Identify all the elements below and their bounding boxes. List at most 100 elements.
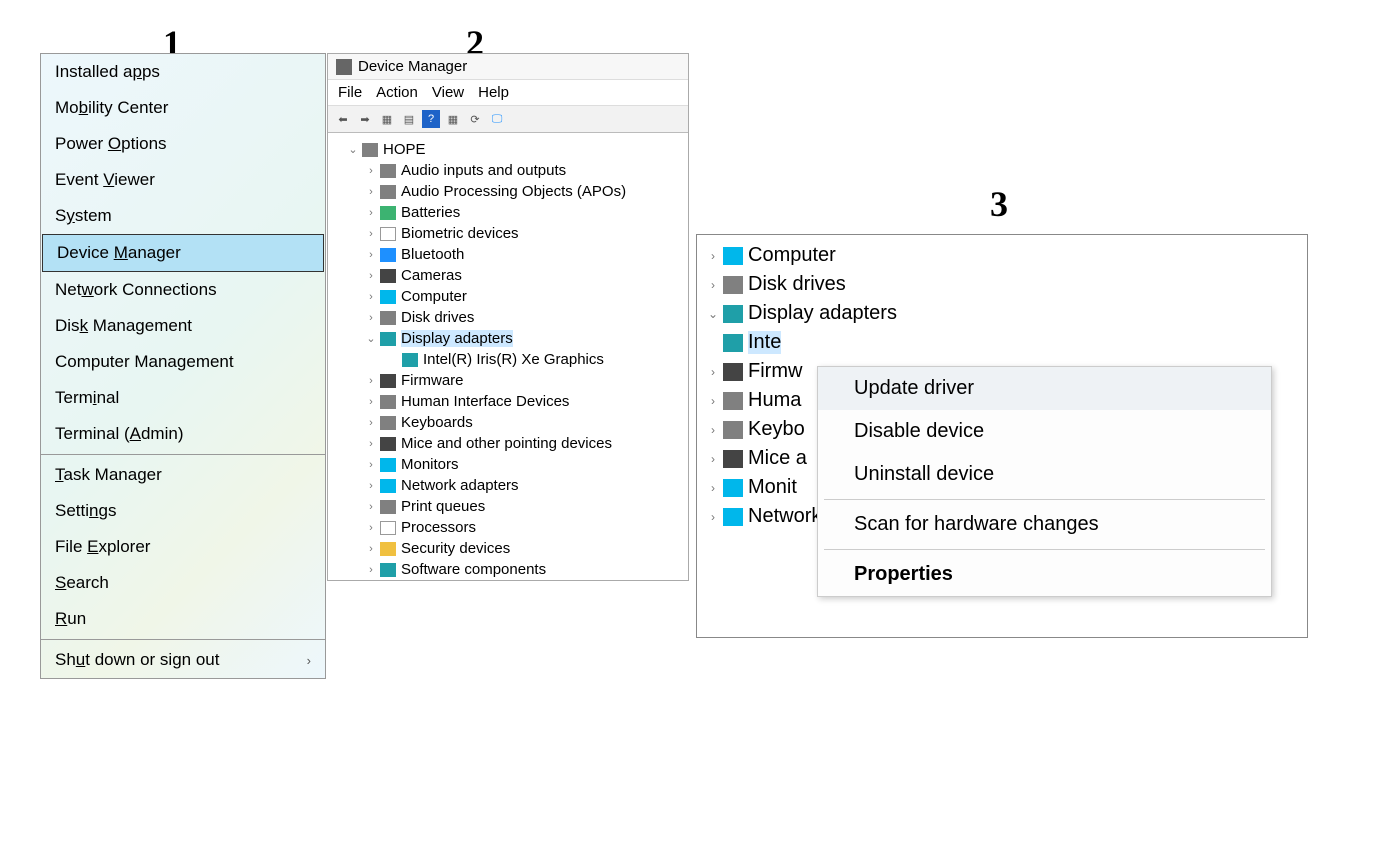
tree-row[interactable]: ›Audio inputs and outputs [332,160,684,181]
menu-item[interactable]: Terminal (Admin) [41,416,325,452]
expand-icon[interactable]: › [364,438,378,450]
context-menu-item[interactable]: Update driver [818,367,1271,410]
menu-item[interactable]: Disk Management [41,308,325,344]
menu-item[interactable]: Settings [41,493,325,529]
menu-item[interactable]: Search [41,565,325,601]
menu-item[interactable]: System [41,198,325,234]
expand-icon[interactable]: › [705,249,721,263]
device-category-icon [380,311,396,325]
expand-icon[interactable]: › [364,228,378,240]
menu-item-label: Terminal [55,388,119,408]
context-menu-item[interactable]: Uninstall device [818,453,1271,496]
menu-item-label: Computer Management [55,352,234,372]
menu-item-label: Shut down or sign out [55,650,219,670]
menu-item[interactable]: Terminal [41,380,325,416]
tree-row[interactable]: ›Keyboards [332,412,684,433]
expand-icon[interactable]: › [364,522,378,534]
device-category-icon [380,563,396,577]
expand-icon[interactable]: › [364,207,378,219]
tree-row[interactable]: ›Network adapters [332,475,684,496]
tree-row[interactable]: ›Mice and other pointing devices [332,433,684,454]
menu-item[interactable]: Network Connections [41,272,325,308]
expand-icon[interactable]: › [364,396,378,408]
expand-icon[interactable]: › [364,270,378,282]
menu-item[interactable]: Installed apps [41,54,325,90]
expand-icon[interactable]: › [364,165,378,177]
menu-item[interactable]: Event Viewer [41,162,325,198]
menu-item[interactable]: Mobility Center [41,90,325,126]
refresh-button[interactable]: ▤ [400,110,418,128]
tree-row[interactable]: ›Monitors [332,454,684,475]
menubar-item[interactable]: File [338,84,362,101]
menubar-item[interactable]: View [432,84,464,101]
expand-icon[interactable]: › [705,365,721,379]
tree-row[interactable]: Inte [705,328,1299,357]
tree-row[interactable]: › Firmware [332,370,684,391]
menubar-item[interactable]: Help [478,84,509,101]
expand-icon[interactable]: › [705,452,721,466]
tree-row[interactable]: ⌄Display adapters [332,328,684,349]
expand-icon[interactable]: › [705,423,721,437]
tree-row[interactable]: ›Computer [332,286,684,307]
collapse-icon[interactable]: ⌄ [346,143,360,156]
tree-node-label: Intel(R) Iris(R) Xe Graphics [423,351,604,368]
menu-item[interactable]: Shut down or sign out› [41,642,325,678]
back-button[interactable]: ⬅ [334,110,352,128]
collapse-icon[interactable]: ⌄ [364,332,378,345]
tree-row[interactable]: ›Biometric devices [332,223,684,244]
context-menu-item[interactable]: Scan for hardware changes [818,503,1271,546]
expand-icon[interactable]: › [364,543,378,555]
menu-item-label: Settings [55,501,116,521]
tree-row[interactable]: ›Security devices [332,538,684,559]
expand-icon[interactable]: › [364,564,378,576]
tree-row[interactable]: Intel(R) Iris(R) Xe Graphics [332,349,684,370]
menu-separator [41,639,325,640]
monitor-button[interactable]: 🖵 [488,110,506,128]
expand-icon[interactable]: › [705,481,721,495]
expand-icon[interactable]: › [364,480,378,492]
expand-icon[interactable]: › [705,510,721,524]
expand-icon[interactable]: › [364,375,378,387]
tree-row[interactable]: ›Print queues [332,496,684,517]
tree-row[interactable]: ⌄Display adapters [705,299,1299,328]
menubar-item[interactable]: Action [376,84,418,101]
expand-icon[interactable]: › [364,312,378,324]
tree-row[interactable]: ›Cameras [332,265,684,286]
expand-icon[interactable]: › [364,291,378,303]
tree-row[interactable]: ›Audio Processing Objects (APOs) [332,181,684,202]
toolbar: ⬅ ➡ ▦ ▤ ? ▦ ⟳ 🖵 [328,106,688,133]
tree-row[interactable]: ›Software components [332,559,684,580]
expand-icon[interactable]: › [364,417,378,429]
tree-row[interactable]: › Disk drives [705,270,1299,299]
tree-row[interactable]: ›Processors [332,517,684,538]
tree-row[interactable]: ›Computer [705,241,1299,270]
tree-row[interactable]: ›Bluetooth [332,244,684,265]
menu-item[interactable]: Run [41,601,325,637]
menu-item[interactable]: Computer Management [41,344,325,380]
expand-icon[interactable]: › [364,459,378,471]
device-category-icon [380,206,396,220]
tree-row[interactable]: ›Disk drives [332,307,684,328]
expand-icon[interactable]: › [364,186,378,198]
tree-root-label[interactable]: HOPE [383,141,426,158]
help-button[interactable]: ? [422,110,440,128]
context-menu-item[interactable]: Properties [818,553,1271,596]
context-menu-item[interactable]: Disable device [818,410,1271,453]
properties-button[interactable]: ▦ [444,110,462,128]
scan-button[interactable]: ⟳ [466,110,484,128]
expand-icon[interactable]: › [364,249,378,261]
tree-row[interactable]: ›Human Interface Devices [332,391,684,412]
tree-node-label: Firmware [401,372,464,389]
expand-icon[interactable]: › [705,278,721,292]
collapse-icon[interactable]: ⌄ [705,307,721,321]
tree-node-label: Disk drives [748,273,846,296]
tree-row[interactable]: ›Batteries [332,202,684,223]
menu-item[interactable]: File Explorer [41,529,325,565]
menu-item[interactable]: Task Manager [41,457,325,493]
menu-item[interactable]: Power Options [41,126,325,162]
up-button[interactable]: ▦ [378,110,396,128]
expand-icon[interactable]: › [705,394,721,408]
menu-item[interactable]: Device Manager [42,234,324,272]
expand-icon[interactable]: › [364,501,378,513]
forward-button[interactable]: ➡ [356,110,374,128]
